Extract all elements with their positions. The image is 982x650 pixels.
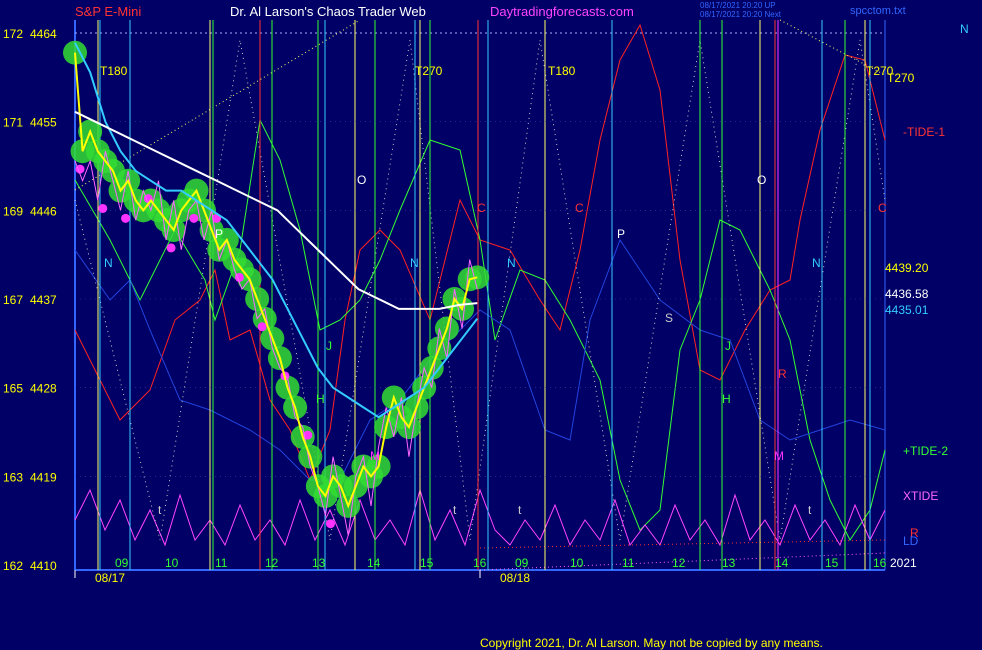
letter-mark: O — [357, 173, 366, 187]
x-hour-tick: 10 — [165, 556, 179, 570]
x-hour-tick: 09 — [515, 556, 529, 570]
cycle-marker-label: T180 — [548, 64, 576, 78]
magenta-dot — [189, 213, 199, 223]
x-hour-tick: 13 — [722, 556, 736, 570]
timestamp-line2: 08/17/2021 20:20 Next — [700, 10, 782, 19]
y-tick-left: 163 — [3, 470, 23, 484]
site-url[interactable]: Daytradingforecasts.com — [490, 4, 634, 19]
legend-label: N — [960, 22, 969, 36]
x-hour-tick: 15 — [825, 556, 839, 570]
letter-mark: P — [617, 227, 625, 241]
x-date-tick: 08/17 — [95, 571, 125, 585]
x-hour-tick: 16 — [873, 556, 887, 570]
letter-mark: C — [575, 201, 584, 215]
x-hour-tick: 14 — [367, 556, 381, 570]
letter-mark: S — [665, 311, 673, 325]
cycle-marker-label: T270 — [415, 64, 443, 78]
magenta-dot — [325, 519, 335, 529]
chaos-trader-chart: 172 4464 171 4455 169 4446 167 4437 165 4428 163 44… — [3, 1, 969, 650]
cycle-marker-label: T180 — [100, 64, 128, 78]
x-hour-tick: 15 — [420, 556, 434, 570]
letter-mark: H — [722, 392, 731, 406]
legend-label: -TIDE-1 — [903, 125, 945, 139]
site-title: Dr. Al Larson's Chaos Trader Web — [230, 4, 426, 19]
letter-mark: J — [326, 339, 332, 353]
letter-mark: N — [104, 256, 113, 270]
data-filename: spcctom.txt — [850, 5, 906, 17]
x-hour-tick: 11 — [622, 556, 635, 570]
plot-area — [75, 20, 885, 570]
letter-mark: R — [778, 367, 787, 381]
price-label: 4439.20 — [885, 261, 929, 275]
letter-mark: J — [725, 339, 731, 353]
magenta-dot — [121, 213, 131, 223]
copyright: Copyright 2021, Dr. Al Larson. May not b… — [480, 636, 823, 650]
letter-mark: H — [316, 392, 325, 406]
x-hour-tick: 16 — [473, 556, 487, 570]
y-tick-left: 172 — [3, 27, 23, 41]
y-tick-price: 4410 — [30, 559, 57, 573]
letter-mark: P — [215, 227, 223, 241]
x-hour-tick: 09 — [115, 556, 129, 570]
magenta-dot — [257, 322, 267, 332]
instrument-title: S&P E-Mini — [75, 4, 141, 19]
x-date-tick: 08/18 — [500, 571, 530, 585]
y-tick-price: 4428 — [30, 382, 57, 396]
magenta-dot — [166, 243, 176, 253]
y-tick-price: 4437 — [30, 293, 57, 307]
x-hour-tick: 12 — [672, 556, 686, 570]
y-tick-price: 4455 — [30, 116, 57, 130]
letter-mark: M — [370, 449, 380, 463]
y-tick-left: 167 — [3, 293, 23, 307]
chart-frame — [74, 20, 886, 571]
y-tick-left: 162 — [3, 559, 23, 573]
letter-mark: M — [774, 449, 784, 463]
cycle-marker-label: T270 — [866, 64, 894, 78]
x-hour-tick: 12 — [265, 556, 279, 570]
x-hour-tick: 14 — [775, 556, 789, 570]
legend-label: LD — [903, 534, 919, 548]
y-tick-price: 4464 — [30, 27, 57, 41]
legend-label: +TIDE-2 — [903, 444, 948, 458]
letter-mark: N — [507, 256, 516, 270]
letter-mark: C — [477, 201, 486, 215]
y-tick-price: 4419 — [30, 470, 57, 484]
x-hour-tick: 11 — [215, 556, 228, 570]
y-tick-left: 171 — [3, 116, 23, 130]
letter-mark: O — [757, 173, 766, 187]
legend-label: XTIDE — [903, 489, 938, 503]
x-hour-tick: 10 — [570, 556, 584, 570]
y-tick-left: 169 — [3, 204, 23, 218]
letter-mark: C — [878, 201, 887, 215]
letter-mark: N — [812, 256, 821, 270]
timestamp-line1: 08/17/2021 20:20 UP — [700, 1, 776, 10]
letter-mark: N — [410, 256, 419, 270]
price-label: 4435.01 — [885, 303, 929, 317]
magenta-dot — [98, 203, 108, 213]
legend-label: 2021 — [890, 556, 917, 570]
x-hour-tick: 13 — [312, 556, 326, 570]
price-label: 4436.58 — [885, 287, 929, 301]
y-tick-price: 4446 — [30, 204, 57, 218]
y-tick-left: 165 — [3, 382, 23, 396]
